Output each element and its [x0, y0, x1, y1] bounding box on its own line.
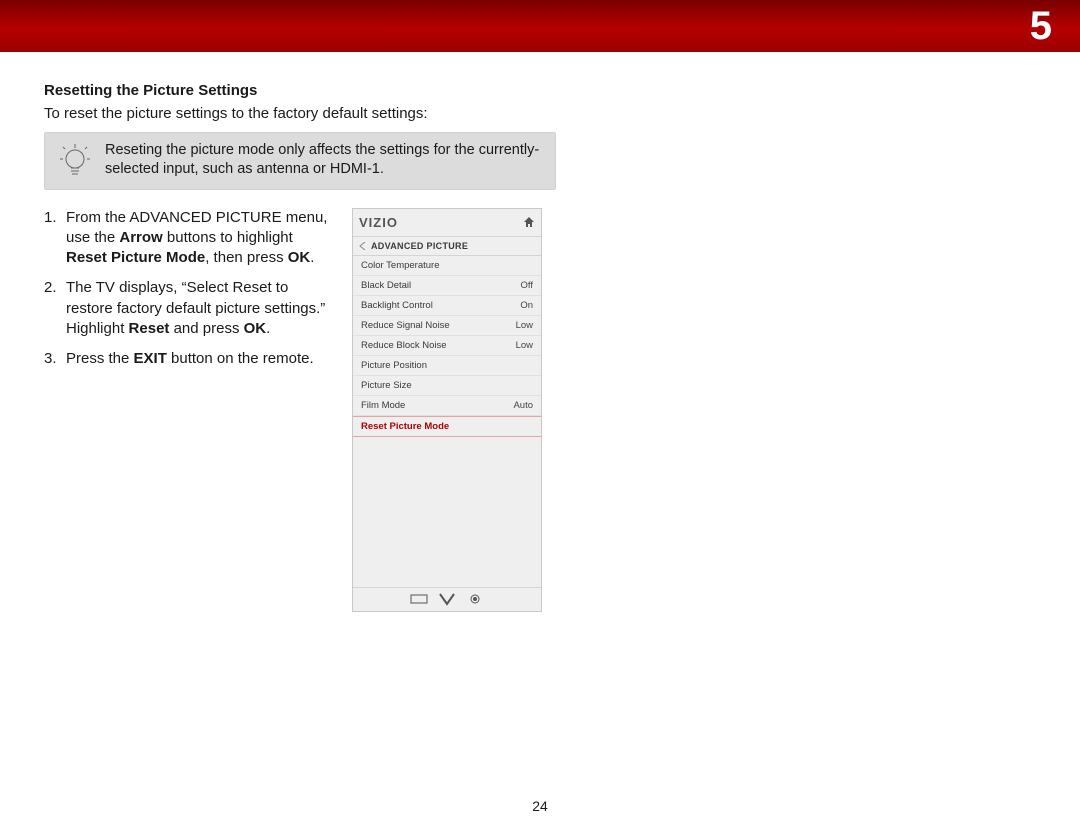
chapter-banner: 5	[0, 0, 1080, 52]
osd-title-row: ADVANCED PICTURE	[353, 237, 541, 256]
tv-osd-menu: VIZIO ADVANCED PICTURE Color Temperature…	[352, 208, 542, 612]
step-1: 1. From the ADVANCED PICTURE menu, use t…	[44, 208, 332, 269]
tip-text: Reseting the picture mode only affects t…	[105, 142, 539, 177]
lightbulb-icon	[59, 143, 91, 183]
osd-row-reduce-block-noise: Reduce Block NoiseLow	[353, 336, 541, 356]
osd-row-film-mode: Film ModeAuto	[353, 396, 541, 416]
page-number: 24	[0, 798, 1080, 814]
osd-brand: VIZIO	[359, 215, 398, 230]
osd-header: VIZIO	[353, 209, 541, 237]
back-icon	[359, 242, 367, 250]
osd-row-picture-position: Picture Position	[353, 356, 541, 376]
steps-list: 1. From the ADVANCED PICTURE menu, use t…	[44, 208, 332, 380]
osd-row-backlight-control: Backlight ControlOn	[353, 296, 541, 316]
osd-row-black-detail: Black DetailOff	[353, 276, 541, 296]
osd-empty-area	[353, 437, 541, 587]
section-intro: To reset the picture settings to the fac…	[44, 105, 584, 122]
wide-icon	[409, 592, 429, 606]
osd-title: ADVANCED PICTURE	[371, 241, 468, 251]
osd-bottom-bar	[353, 587, 541, 611]
osd-row-color-temperature: Color Temperature	[353, 256, 541, 276]
step-2: 2. The TV displays, “Select Reset to res…	[44, 278, 332, 339]
osd-row-reset-picture-mode: Reset Picture Mode	[353, 416, 541, 437]
osd-row-reduce-signal-noise: Reduce Signal NoiseLow	[353, 316, 541, 336]
section-heading: Resetting the Picture Settings	[44, 82, 584, 99]
osd-row-picture-size: Picture Size	[353, 376, 541, 396]
home-icon	[523, 216, 535, 228]
step-3: 3. Press the EXIT button on the remote.	[44, 349, 332, 369]
chapter-number: 5	[1030, 0, 1052, 52]
tip-box: Reseting the picture mode only affects t…	[44, 132, 556, 190]
gear-icon	[465, 592, 485, 606]
v-icon	[437, 592, 457, 606]
